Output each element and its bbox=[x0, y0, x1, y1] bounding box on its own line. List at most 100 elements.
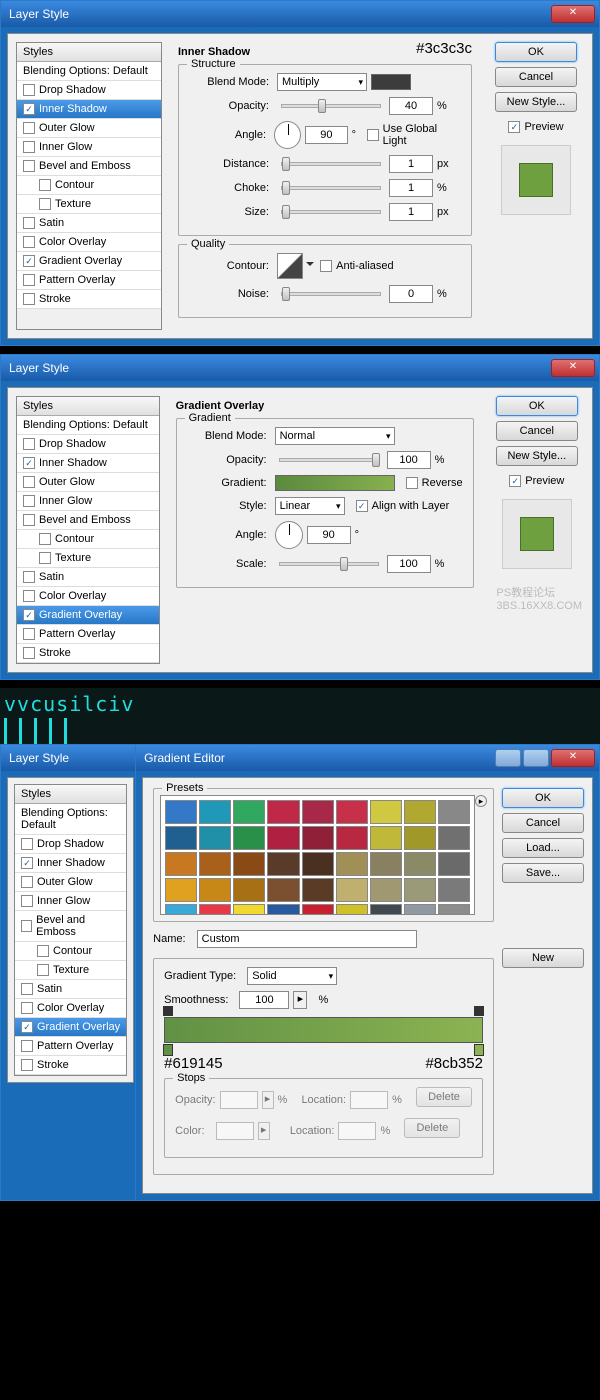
style-inner-glow[interactable]: Inner Glow bbox=[17, 492, 159, 511]
style-bevel-emboss[interactable]: Bevel and Emboss bbox=[17, 511, 159, 530]
preset-swatch[interactable] bbox=[267, 878, 299, 902]
color-stop-left[interactable] bbox=[163, 1044, 173, 1056]
style-inner-shadow[interactable]: Inner Shadow bbox=[15, 854, 126, 873]
opacity-input[interactable]: 40 bbox=[389, 97, 433, 115]
preset-swatch[interactable] bbox=[438, 878, 470, 902]
style-outer-glow[interactable]: Outer Glow bbox=[17, 119, 161, 138]
preset-swatch[interactable] bbox=[404, 800, 436, 824]
cancel-button[interactable]: Cancel bbox=[496, 421, 578, 441]
save-button[interactable]: Save... bbox=[502, 863, 584, 883]
blend-mode-dropdown[interactable]: Normal bbox=[275, 427, 395, 445]
minimize-icon[interactable] bbox=[495, 749, 521, 767]
preset-swatch[interactable] bbox=[336, 878, 368, 902]
color-stop-right[interactable] bbox=[474, 1044, 484, 1056]
noise-slider[interactable] bbox=[281, 292, 381, 296]
preset-swatch[interactable] bbox=[438, 852, 470, 876]
preset-swatch[interactable] bbox=[302, 904, 334, 915]
style-outer-glow[interactable]: Outer Glow bbox=[17, 473, 159, 492]
blending-options[interactable]: Blending Options: Default bbox=[17, 62, 161, 81]
preset-swatch[interactable] bbox=[302, 826, 334, 850]
delete-opacity-stop-button[interactable]: Delete bbox=[416, 1087, 472, 1107]
stop-color-location-input[interactable] bbox=[338, 1122, 376, 1140]
ok-button[interactable]: OK bbox=[496, 396, 578, 416]
preset-swatch[interactable] bbox=[233, 878, 265, 902]
style-satin[interactable]: Satin bbox=[17, 568, 159, 587]
preset-swatch[interactable] bbox=[165, 878, 197, 902]
style-contour[interactable]: Contour bbox=[15, 942, 126, 961]
style-gradient-overlay[interactable]: Gradient Overlay bbox=[17, 606, 159, 625]
preset-swatch[interactable] bbox=[267, 800, 299, 824]
styles-header[interactable]: Styles bbox=[15, 785, 126, 804]
gradient-picker[interactable] bbox=[275, 475, 395, 491]
style-stroke[interactable]: Stroke bbox=[17, 644, 159, 663]
preset-swatch[interactable] bbox=[199, 826, 231, 850]
smoothness-input[interactable]: 100 bbox=[239, 991, 289, 1009]
preset-swatch[interactable] bbox=[336, 904, 368, 915]
styles-header[interactable]: Styles bbox=[17, 397, 159, 416]
preset-swatch[interactable] bbox=[199, 904, 231, 915]
style-inner-glow[interactable]: Inner Glow bbox=[15, 892, 126, 911]
gradient-type-dropdown[interactable]: Solid bbox=[247, 967, 337, 985]
style-color-overlay[interactable]: Color Overlay bbox=[15, 999, 126, 1018]
size-slider[interactable] bbox=[281, 210, 381, 214]
distance-input[interactable]: 1 bbox=[389, 155, 433, 173]
style-satin[interactable]: Satin bbox=[17, 214, 161, 233]
presets-menu-icon[interactable]: ▸ bbox=[475, 795, 487, 807]
ok-button[interactable]: OK bbox=[502, 788, 584, 808]
close-icon[interactable]: ✕ bbox=[551, 5, 595, 23]
preset-swatch[interactable] bbox=[233, 800, 265, 824]
preset-swatch[interactable] bbox=[336, 826, 368, 850]
angle-input[interactable]: 90 bbox=[305, 126, 347, 144]
style-pattern-overlay[interactable]: Pattern Overlay bbox=[17, 271, 161, 290]
preset-swatch[interactable] bbox=[404, 904, 436, 915]
preset-swatch[interactable] bbox=[199, 852, 231, 876]
gradient-bar[interactable] bbox=[164, 1017, 483, 1043]
preset-swatch[interactable] bbox=[302, 852, 334, 876]
preset-swatch[interactable] bbox=[370, 800, 402, 824]
new-button[interactable]: New bbox=[502, 948, 584, 968]
choke-slider[interactable] bbox=[281, 186, 381, 190]
stop-opacity-input[interactable] bbox=[220, 1091, 258, 1109]
style-texture[interactable]: Texture bbox=[15, 961, 126, 980]
cancel-button[interactable]: Cancel bbox=[495, 67, 577, 87]
preset-swatch[interactable] bbox=[370, 904, 402, 915]
choke-input[interactable]: 1 bbox=[389, 179, 433, 197]
angle-input[interactable]: 90 bbox=[307, 526, 351, 544]
preset-swatch[interactable] bbox=[199, 878, 231, 902]
delete-color-stop-button[interactable]: Delete bbox=[404, 1118, 460, 1138]
style-pattern-overlay[interactable]: Pattern Overlay bbox=[15, 1037, 126, 1056]
style-drop-shadow[interactable]: Drop Shadow bbox=[15, 835, 126, 854]
style-stroke[interactable]: Stroke bbox=[15, 1056, 126, 1075]
ok-button[interactable]: OK bbox=[495, 42, 577, 62]
maximize-icon[interactable] bbox=[523, 749, 549, 767]
opacity-stop-left[interactable] bbox=[163, 1006, 173, 1016]
contour-picker[interactable] bbox=[277, 253, 303, 279]
shadow-color-swatch[interactable] bbox=[371, 74, 411, 90]
preset-swatch[interactable] bbox=[233, 826, 265, 850]
chevron-icon[interactable]: ▸ bbox=[258, 1122, 270, 1140]
preset-swatch[interactable] bbox=[370, 852, 402, 876]
opacity-stop-right[interactable] bbox=[474, 1006, 484, 1016]
style-gradient-overlay[interactable]: Gradient Overlay bbox=[17, 252, 161, 271]
name-input[interactable]: Custom bbox=[197, 930, 417, 948]
angle-dial[interactable] bbox=[274, 121, 301, 149]
style-texture[interactable]: Texture bbox=[17, 195, 161, 214]
preset-swatch[interactable] bbox=[404, 826, 436, 850]
preview-checkbox[interactable] bbox=[508, 121, 520, 133]
load-button[interactable]: Load... bbox=[502, 838, 584, 858]
new-style-button[interactable]: New Style... bbox=[496, 446, 578, 466]
preset-swatch[interactable] bbox=[438, 904, 470, 915]
preset-swatch[interactable] bbox=[302, 878, 334, 902]
preset-swatch[interactable] bbox=[267, 826, 299, 850]
style-dropdown[interactable]: Linear bbox=[275, 497, 345, 515]
reverse-checkbox[interactable] bbox=[406, 477, 418, 489]
preset-swatch[interactable] bbox=[302, 800, 334, 824]
smoothness-dropdown-icon[interactable]: ▸ bbox=[293, 991, 307, 1009]
style-contour[interactable]: Contour bbox=[17, 176, 161, 195]
style-inner-shadow[interactable]: Inner Shadow bbox=[17, 100, 161, 119]
antialiased-checkbox[interactable] bbox=[320, 260, 332, 272]
blending-options[interactable]: Blending Options: Default bbox=[17, 416, 159, 435]
angle-dial[interactable] bbox=[275, 521, 303, 549]
cancel-button[interactable]: Cancel bbox=[502, 813, 584, 833]
stop-location-input[interactable] bbox=[350, 1091, 388, 1109]
